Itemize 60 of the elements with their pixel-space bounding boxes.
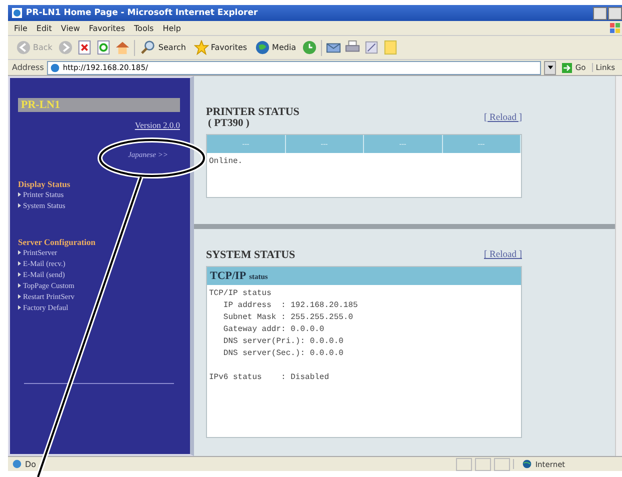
scrollbar[interactable] bbox=[615, 76, 622, 456]
dropdown-button[interactable] bbox=[544, 60, 556, 74]
maximize-button[interactable] bbox=[608, 6, 622, 20]
bullet-icon bbox=[18, 261, 21, 266]
browser-icon bbox=[11, 7, 23, 19]
status-message: Online. bbox=[208, 156, 244, 168]
favorites-button[interactable]: Favorites bbox=[192, 40, 250, 55]
menu-item[interactable]: Favorites bbox=[88, 24, 126, 32]
globe-icon bbox=[255, 40, 270, 55]
reload-link[interactable]: [ Reload ] bbox=[484, 250, 522, 260]
windows-logo-icon bbox=[610, 23, 620, 33]
menu-item[interactable]: View bbox=[60, 24, 80, 32]
status-line: DNS server(Pri.): 0.0.0.0 bbox=[222, 336, 344, 348]
status-line: Gateway addr: 0.0.0.0 bbox=[222, 324, 326, 336]
status-pane bbox=[475, 458, 492, 470]
logo-banner: PR-LN1 bbox=[18, 98, 180, 112]
bullet-icon bbox=[18, 203, 21, 208]
search-button[interactable]: Search bbox=[139, 40, 188, 55]
section-heading: Server Configuration bbox=[18, 237, 97, 247]
section-heading: Display Status bbox=[18, 179, 72, 189]
status-line: Subnet Mask : 255.255.255.0 bbox=[222, 312, 354, 324]
refresh-icon[interactable] bbox=[96, 40, 112, 55]
minimize-button[interactable] bbox=[593, 6, 607, 20]
version-link[interactable]: Version 2.0.0 bbox=[134, 120, 180, 130]
menu-item[interactable]: Tools bbox=[134, 24, 154, 32]
media-button[interactable]: Media bbox=[253, 40, 298, 55]
panel-title: TCP/IP bbox=[210, 269, 246, 284]
section-title: SYSTEM STATUS bbox=[206, 249, 296, 261]
bullet-icon bbox=[18, 250, 21, 255]
section-title: PRINTER STATUS bbox=[206, 106, 300, 118]
printer-model: ( PT390 ) bbox=[208, 118, 250, 129]
status-line: IP address : 192.168.20.185 bbox=[222, 300, 359, 312]
bullet-icon bbox=[18, 272, 21, 277]
window-title: PR-LN1 Home Page - Microsoft Internet Explorer bbox=[26, 8, 259, 18]
arrow-icon bbox=[562, 62, 572, 72]
menu-item[interactable]: File bbox=[14, 24, 28, 32]
menu-item[interactable]: Edit bbox=[36, 24, 52, 32]
reload-link[interactable]: [ Reload ] bbox=[484, 112, 522, 122]
history-icon[interactable] bbox=[302, 40, 318, 55]
status-line: IPv6 status : Disabled bbox=[209, 372, 330, 384]
home-icon[interactable] bbox=[115, 40, 130, 55]
stop-icon[interactable] bbox=[77, 40, 92, 55]
globe-icon bbox=[522, 459, 532, 469]
search-icon bbox=[141, 40, 156, 55]
status-line: TCP/IP status bbox=[209, 288, 272, 300]
status-line: DNS server(Sec.): 0.0.0.0 bbox=[222, 348, 344, 360]
menu-item[interactable]: Help bbox=[162, 24, 181, 32]
edit-icon[interactable] bbox=[364, 40, 380, 55]
bullet-icon bbox=[18, 283, 21, 288]
bullet-icon bbox=[18, 294, 21, 299]
bullet-icon bbox=[18, 192, 21, 197]
status-pane bbox=[494, 458, 510, 470]
bullet-icon bbox=[18, 305, 21, 310]
page-icon bbox=[12, 459, 22, 469]
address-label: Address bbox=[12, 63, 44, 72]
status-pane bbox=[456, 458, 472, 470]
status-text: Do bbox=[24, 460, 38, 468]
star-icon bbox=[194, 40, 209, 55]
page-icon bbox=[50, 62, 60, 72]
caret-icon bbox=[546, 64, 554, 71]
